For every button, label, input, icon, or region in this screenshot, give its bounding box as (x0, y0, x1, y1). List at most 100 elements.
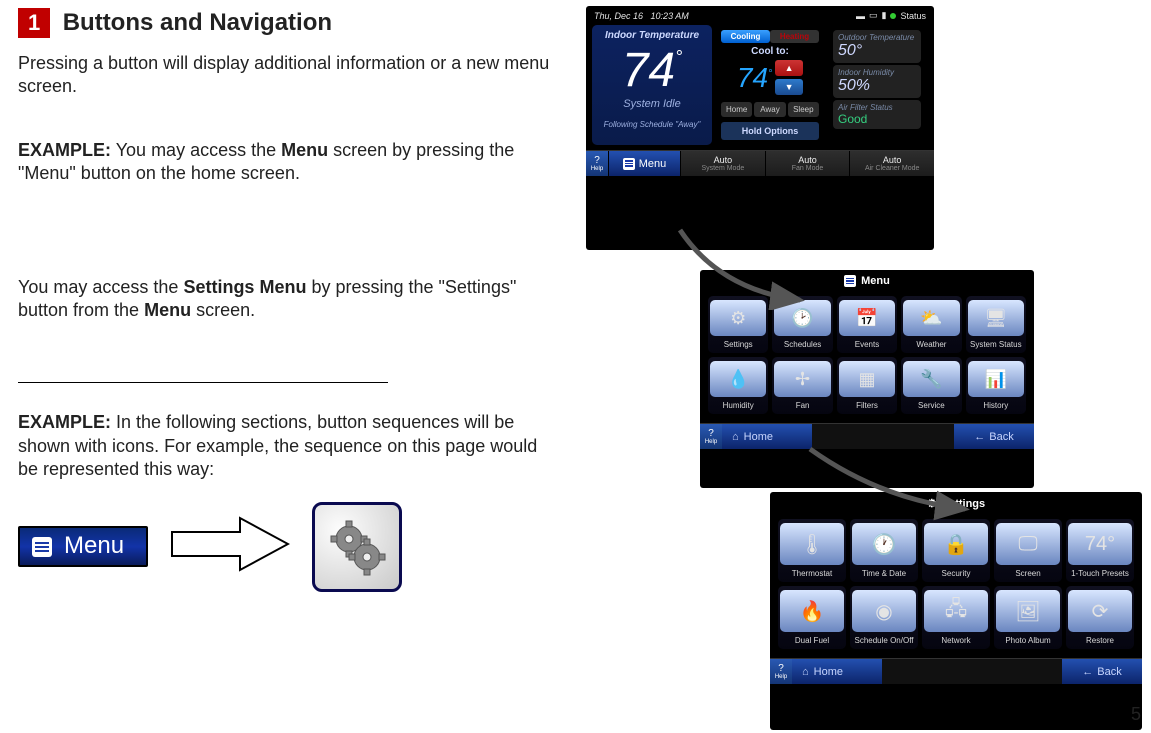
heating-tab[interactable]: Heating (770, 30, 819, 43)
menu-item-icon: ⛅ (903, 300, 959, 336)
menu-item-icon: 🕐 (852, 523, 916, 565)
p2-post: screen. (191, 300, 255, 320)
menu-item-thermostat[interactable]: 🌡Thermostat (778, 519, 846, 582)
menu-icon (844, 275, 856, 287)
temp-down-button[interactable]: ▼ (775, 79, 803, 95)
menu-item-restore[interactable]: ⟳ Restore (1066, 586, 1134, 649)
setpoint-panel: Cooling Heating Cool to: 74° ▲ ▼ Home Aw… (716, 25, 824, 145)
menu-item-label: Time & Date (862, 569, 906, 578)
hold-options[interactable]: Hold Options (721, 122, 819, 140)
menu-item-icon: 🖧 (924, 590, 988, 632)
indoor-panel: Indoor Temperature 74° System Idle Follo… (592, 25, 712, 145)
menu-item-humidity[interactable]: 💧 Humidity (708, 357, 768, 414)
menu-item-security[interactable]: 🔒 Security (922, 519, 990, 582)
humidity-label: Indoor Humidity (838, 68, 916, 77)
status-group: ▬ ▭ ▮ Status (856, 10, 926, 21)
menu-item-system-status[interactable]: 🖥System Status (966, 296, 1026, 353)
air-filter-status: Good (838, 112, 916, 126)
section-header: 1 Buttons and Navigation (18, 8, 558, 38)
menu-item-icon: 🖵 (996, 523, 1060, 565)
menu-item-icon: ⟳ (1068, 590, 1132, 632)
menu-item-label: Weather (916, 340, 946, 349)
air-cleaner-mode-button[interactable]: AutoAir Cleaner Mode (849, 151, 934, 176)
menu-item-label: Restore (1086, 636, 1114, 645)
example2-label: EXAMPLE: (18, 412, 111, 432)
help-button[interactable]: ?Help (586, 151, 608, 176)
menu-grid: ⚙Settings🕑 Schedules 📅Events⛅ Weather 🖥Syste… (708, 296, 1026, 414)
menu-item-schedule-on-off[interactable]: ◉Schedule On/Off (850, 586, 918, 649)
menu-item-service[interactable]: 🔧 Service (901, 357, 961, 414)
menu-item-label: Fan (796, 401, 810, 410)
menu-item-fan[interactable]: ✢Fan (772, 357, 832, 414)
example1-menu: Menu (281, 140, 328, 160)
menu-item-label: Schedules (784, 340, 821, 349)
home-button[interactable]: ⌂Home (792, 659, 882, 684)
menu-item-time-date[interactable]: 🕐 Time & Date (850, 519, 918, 582)
back-button[interactable]: ←Back (954, 424, 1034, 449)
settings-tile[interactable] (312, 502, 402, 592)
help-button[interactable]: ?Help (770, 659, 792, 684)
air-filter-label: Air Filter Status (838, 103, 916, 112)
menu-item-events[interactable]: 📅Events (837, 296, 897, 353)
section-number: 1 (18, 8, 50, 38)
cooling-tab[interactable]: Cooling (721, 30, 770, 43)
status-label: Status (900, 11, 926, 21)
home-icon: ⌂ (732, 431, 739, 443)
preset-home[interactable]: Home (721, 102, 752, 117)
menu-button[interactable]: Menu (18, 526, 148, 567)
example1-pre: You may access the (111, 140, 281, 160)
menu-item-label: History (983, 401, 1008, 410)
fan-mode-button[interactable]: AutoFan Mode (765, 151, 850, 176)
signal-icon: ▮ (882, 10, 887, 21)
menu-item-label: Network (941, 636, 970, 645)
time: 10:23 AM (651, 11, 689, 21)
date: Thu, Dec 16 (594, 11, 643, 21)
home-icon: ⌂ (802, 666, 809, 678)
home-button[interactable]: ⌂Home (722, 424, 812, 449)
menu-item-photo-album[interactable]: 🖼Photo Album (994, 586, 1062, 649)
thermostat-settings-screen: ⚙Settings 🌡Thermostat🕐Time & Date🔒Securi… (770, 492, 1142, 730)
footer-spacer (882, 659, 1062, 684)
page-number: 5 (1131, 704, 1141, 725)
divider (18, 382, 388, 383)
menu-footer-button[interactable]: Menu (608, 151, 680, 176)
example2: EXAMPLE: In the following sections, butt… (18, 411, 558, 481)
menu-item-icon: 🕑 (774, 300, 830, 336)
preset-away[interactable]: Away (754, 102, 785, 117)
menu-item-icon: 🔧 (903, 361, 959, 397)
menu-item-icon: 💧 (710, 361, 766, 397)
system-state: System Idle (597, 98, 707, 110)
menu-item-weather[interactable]: ⛅ Weather (901, 296, 961, 353)
p2-pre: You may access the (18, 277, 183, 297)
preset-sleep[interactable]: Sleep (788, 102, 819, 117)
menu-item-settings[interactable]: ⚙Settings (708, 296, 768, 353)
cool-to-label: Cool to: (721, 46, 819, 57)
indoor-label: Indoor Temperature (597, 30, 707, 41)
menu-item-dual-fuel[interactable]: 🔥Dual Fuel (778, 586, 846, 649)
menu-item-1-touch-presets[interactable]: 74°1-Touch Presets (1066, 519, 1134, 582)
menu-item-icon: 🔒 (924, 523, 988, 565)
menu-item-icon: ▦ (839, 361, 895, 397)
menu-item-history[interactable]: 📊History (966, 357, 1026, 414)
menu-item-icon: 🌡 (780, 523, 844, 565)
temp-up-button[interactable]: ▲ (775, 60, 803, 76)
menu-item-screen[interactable]: 🖵Screen (994, 519, 1062, 582)
menu-item-label: Humidity (723, 401, 754, 410)
menu-item-filters[interactable]: ▦Filters (837, 357, 897, 414)
menu-item-label: Settings (724, 340, 753, 349)
menu-item-schedules[interactable]: 🕑 Schedules (772, 296, 832, 353)
system-mode-button[interactable]: AutoSystem Mode (680, 151, 765, 176)
back-icon: ← (974, 431, 985, 443)
help-button[interactable]: ?Help (700, 424, 722, 449)
display-icon: ▭ (869, 10, 878, 21)
example1: EXAMPLE: You may access the Menu screen … (18, 139, 558, 186)
menu-item-icon: 🔥 (780, 590, 844, 632)
menu-item-network[interactable]: 🖧 Network (922, 586, 990, 649)
menu-item-label: Service (918, 401, 945, 410)
back-button[interactable]: ←Back (1062, 659, 1142, 684)
menu-item-label: Security (942, 569, 971, 578)
menu-item-icon: 🖥 (968, 300, 1024, 336)
section-title: Buttons and Navigation (63, 9, 332, 36)
sequence-arrow-icon (170, 514, 290, 579)
status-dot-icon (890, 13, 896, 19)
